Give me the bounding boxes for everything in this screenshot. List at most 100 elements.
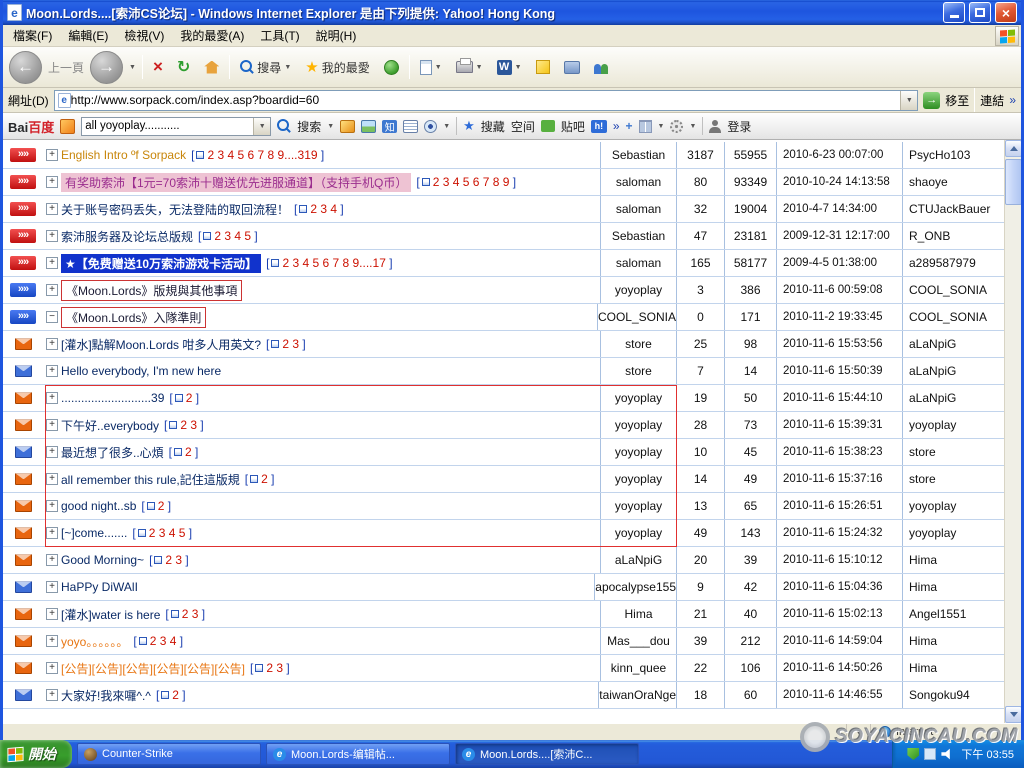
expand-toggle[interactable]: + bbox=[46, 662, 58, 674]
page-numbers[interactable]: 2 3 4 5 bbox=[214, 229, 251, 243]
baidu-more-dropdown[interactable] bbox=[443, 123, 450, 130]
messenger-button[interactable] bbox=[590, 58, 614, 77]
menu-favorites[interactable]: 我的最愛(A) bbox=[172, 24, 252, 47]
topic-title-link[interactable]: ...........................39 bbox=[61, 391, 164, 405]
topic-title-link[interactable]: ★【免费赠送10万索沛游戏卡活动】 bbox=[61, 254, 261, 273]
scroll-thumb[interactable] bbox=[1005, 159, 1021, 205]
topic-title-link[interactable]: 关于账号密码丢失，无法登陆的取回流程！ bbox=[61, 201, 289, 218]
topic-last-poster[interactable]: store bbox=[902, 439, 1004, 465]
topic-pages-links[interactable]: 2 3 4 5 6 7 8 9 bbox=[416, 175, 516, 189]
nav-history-dropdown[interactable] bbox=[129, 64, 136, 71]
topic-title-link[interactable]: [灌水]點解Moon.Lords 咁多人用英文? bbox=[61, 336, 261, 353]
expand-toggle[interactable]: − bbox=[46, 311, 58, 323]
page-numbers[interactable]: 2 3 4 5 6 7 8 9 bbox=[433, 175, 510, 189]
search-button[interactable]: 搜尋 bbox=[236, 56, 295, 79]
forward-button[interactable] bbox=[90, 51, 123, 84]
baidu-search-label[interactable]: 搜索 bbox=[297, 118, 321, 135]
topic-last-poster[interactable]: Hima bbox=[902, 628, 1004, 654]
page-numbers[interactable]: 2 3 4 5 6 7 8 9....319 bbox=[207, 148, 317, 162]
page-numbers[interactable]: 2 3 bbox=[282, 337, 299, 351]
topic-title-link[interactable]: 《Moon.Lords》入隊準則 bbox=[61, 307, 206, 328]
topic-pages-links[interactable]: 2 3 4 bbox=[133, 634, 183, 648]
page-numbers[interactable]: 2 bbox=[158, 499, 165, 513]
page-numbers[interactable]: 2 3 bbox=[180, 418, 197, 432]
baidu-search-input[interactable] bbox=[82, 120, 253, 132]
feeds-button[interactable] bbox=[380, 57, 403, 78]
topic-title-link[interactable]: all remember this rule,記住這版規 bbox=[61, 471, 240, 488]
topic-last-poster[interactable]: PsycHo103 bbox=[902, 142, 1004, 168]
favorites-button[interactable]: 我的最愛 bbox=[301, 55, 373, 79]
page-numbers[interactable]: 2 3 4 bbox=[310, 202, 337, 216]
go-label[interactable]: 移至 bbox=[945, 92, 969, 109]
topic-pages-links[interactable]: 2 bbox=[169, 391, 199, 405]
expand-toggle[interactable]: + bbox=[46, 473, 58, 485]
topic-title-link[interactable]: HaPPy DiWAlI bbox=[61, 580, 138, 594]
topic-title-link[interactable]: [灌水]water is here bbox=[61, 606, 160, 623]
address-dropdown[interactable] bbox=[900, 91, 917, 110]
apps-grid-icon[interactable] bbox=[639, 120, 652, 133]
page-numbers[interactable]: 2 3 bbox=[182, 607, 199, 621]
grid-dropdown[interactable] bbox=[658, 123, 665, 130]
bookmark-star-icon[interactable] bbox=[463, 118, 475, 134]
eye-icon[interactable] bbox=[424, 120, 437, 133]
topic-last-poster[interactable]: aLaNpiG bbox=[902, 385, 1004, 411]
expand-toggle[interactable]: + bbox=[46, 338, 58, 350]
minimize-button[interactable] bbox=[943, 2, 965, 23]
highlight-icon[interactable] bbox=[340, 120, 355, 133]
search-dropdown[interactable] bbox=[284, 64, 291, 71]
overflow-chevron-icon[interactable] bbox=[613, 119, 620, 133]
topic-last-poster[interactable]: Hima bbox=[902, 655, 1004, 681]
topic-pages-links[interactable]: 2 bbox=[156, 688, 186, 702]
topic-pages-links[interactable]: 2 3 4 bbox=[294, 202, 344, 216]
topic-last-poster[interactable]: Hima bbox=[902, 547, 1004, 573]
print-button[interactable] bbox=[452, 58, 487, 76]
topic-title-link[interactable]: Good Morning~ bbox=[61, 553, 144, 567]
expand-toggle[interactable]: + bbox=[46, 419, 58, 431]
menu-tools[interactable]: 工具(T) bbox=[252, 24, 307, 47]
topic-title-link[interactable]: 下午好..everybody bbox=[61, 417, 159, 434]
topic-last-poster[interactable]: CTUJackBauer bbox=[902, 196, 1004, 222]
page-numbers[interactable]: 2 3 4 5 bbox=[149, 526, 186, 540]
stop-button[interactable] bbox=[149, 54, 167, 80]
expand-toggle[interactable]: + bbox=[46, 608, 58, 620]
expand-toggle[interactable]: + bbox=[46, 203, 58, 215]
baidu-fav-label[interactable]: 搜藏 bbox=[481, 118, 505, 135]
baidu-tieba-label[interactable]: 贴吧 bbox=[561, 118, 585, 135]
expand-toggle[interactable]: + bbox=[46, 230, 58, 242]
antivirus-icon[interactable] bbox=[907, 748, 919, 760]
print-dropdown[interactable] bbox=[476, 64, 483, 71]
topic-title-link[interactable]: [~]come....... bbox=[61, 526, 127, 540]
topic-title-link[interactable]: [公告][公告][公告][公告][公告][公告] bbox=[61, 660, 245, 677]
expand-toggle[interactable]: + bbox=[46, 257, 58, 269]
tieba-icon[interactable] bbox=[541, 120, 555, 132]
start-button[interactable]: 開始 bbox=[0, 740, 72, 768]
topic-last-poster[interactable]: shaoye bbox=[902, 169, 1004, 195]
topic-last-poster[interactable]: COOL_SONIA bbox=[902, 277, 1004, 303]
baidu-search-dropdown[interactable] bbox=[253, 118, 270, 135]
menu-help[interactable]: 說明(H) bbox=[308, 24, 365, 47]
links-label[interactable]: 連結 bbox=[980, 92, 1004, 109]
baidu-search-options-dropdown[interactable] bbox=[327, 123, 334, 130]
baidu-logo[interactable]: Bai百度 bbox=[8, 117, 54, 136]
page-menu-dropdown[interactable] bbox=[435, 64, 442, 71]
expand-toggle[interactable]: + bbox=[46, 149, 58, 161]
baidu-app-icon[interactable] bbox=[60, 119, 75, 134]
home-button[interactable] bbox=[200, 58, 223, 77]
expand-toggle[interactable]: + bbox=[46, 635, 58, 647]
page-menu-button[interactable] bbox=[416, 57, 446, 78]
menu-view[interactable]: 檢視(V) bbox=[116, 24, 172, 47]
vertical-scrollbar[interactable] bbox=[1004, 140, 1021, 723]
maximize-button[interactable] bbox=[969, 2, 991, 23]
page-numbers[interactable]: 2 bbox=[185, 445, 192, 459]
topic-pages-links[interactable]: 2 3 4 5 bbox=[198, 229, 258, 243]
topic-title-link[interactable]: 有奖助索沛【1元=70索沛十赠送优先进服通道】（支持手机Q币） bbox=[61, 173, 411, 192]
news-icon[interactable] bbox=[403, 120, 418, 133]
image-icon[interactable] bbox=[361, 120, 376, 133]
topic-last-poster[interactable]: COOL_SONIA bbox=[902, 304, 1004, 330]
page-numbers[interactable]: 2 3 bbox=[266, 661, 283, 675]
topic-title-link[interactable]: yoyo。。。。。。 bbox=[61, 633, 128, 650]
plus-icon[interactable] bbox=[626, 119, 633, 133]
back-button[interactable] bbox=[9, 51, 42, 84]
topic-title-link[interactable]: 索沛服务器及论坛总版规 bbox=[61, 228, 193, 245]
topic-pages-links[interactable]: 2 3 bbox=[149, 553, 189, 567]
